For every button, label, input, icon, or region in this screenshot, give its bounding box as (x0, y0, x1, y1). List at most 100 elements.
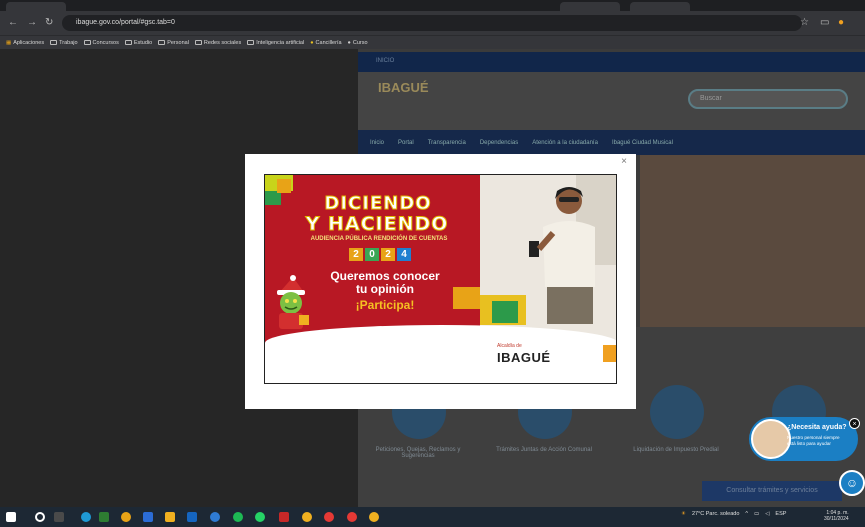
chrome-icon[interactable] (121, 512, 131, 522)
site-nav-item[interactable]: Inicio (370, 140, 384, 146)
bookmark-apps[interactable]: ▦ Aplicaciones (6, 40, 44, 46)
promo-white-wave (265, 325, 616, 383)
folder-icon (247, 40, 255, 45)
chrome-profile-icon[interactable] (347, 512, 357, 522)
modal-close-button[interactable]: × (618, 156, 630, 168)
service-card-label[interactable]: Liquidación de Impuesto Predial (626, 447, 726, 453)
weather-text[interactable]: 27°C Parc. soleado (692, 511, 739, 517)
volume-icon[interactable]: ◁ (765, 511, 769, 517)
sidepanel-icon[interactable]: ▭ (820, 17, 829, 28)
tray-chevron-icon[interactable]: ^ (745, 511, 748, 517)
folder-icon (83, 40, 91, 45)
promo-banner[interactable]: DICIENDO Y HACIENDO AUDIENCIA PÚBLICA RE… (264, 174, 617, 384)
app-icon[interactable] (279, 512, 289, 522)
toy-brick-icon (453, 287, 480, 309)
toy-brick-icon (492, 301, 518, 323)
taskbar: ☀ 27°C Parc. soleado ^ ▭ ◁ ESP 1:04 p. m… (0, 507, 865, 527)
clock-date: 30/11/2024 (824, 516, 849, 522)
bookmark-estudio[interactable]: Estudio (124, 40, 152, 46)
bookmark-star-icon[interactable]: ☆ (800, 17, 809, 28)
chat-body: Nuestro personal siempre está listo para… (787, 435, 840, 446)
folder-icon (158, 40, 166, 45)
promo-subtitle: AUDIENCIA PÚBLICA RENDICIÓN DE CUENTAS (310, 236, 448, 242)
chrome-profile-icon[interactable] (324, 512, 334, 522)
bookmark-cancilleria[interactable]: ● Cancillería (310, 40, 341, 46)
site-nav-item[interactable]: Ibagué Ciudad Musical (612, 140, 673, 146)
task-view-icon[interactable] (54, 512, 64, 522)
folder-icon (124, 40, 132, 45)
reload-icon[interactable]: ↻ (45, 17, 53, 28)
chrome-profile-icon[interactable] (369, 512, 379, 522)
whatsapp-icon[interactable] (255, 512, 265, 522)
browser-tab[interactable] (6, 2, 66, 11)
alcaldia-logo-prefix: Alcaldía de (497, 343, 522, 349)
site-nav: Inicio Portal Transparencia Dependencias… (358, 130, 865, 155)
browser-tab[interactable] (560, 2, 620, 11)
address-toolbar: ← → ↻ ibague.gov.co/portal/#gsc.tab=0 ☆ … (0, 11, 865, 35)
weather-icon: ☀ (681, 511, 686, 517)
toy-brick-icon (265, 191, 281, 205)
store-icon[interactable] (99, 512, 109, 522)
search-icon[interactable] (35, 512, 45, 522)
promo-red-panel: DICIENDO Y HACIENDO AUDIENCIA PÚBLICA RE… (265, 175, 480, 345)
service-card-label[interactable]: Trámites Juntas de Acción Comunal (494, 447, 594, 453)
year-digit: 0 (365, 248, 379, 261)
clock[interactable]: 1:04 p. m. 30/11/2024 (824, 510, 849, 522)
system-tray: ☀ 27°C Parc. soleado ^ ▭ ◁ ESP (681, 511, 786, 517)
site-logo[interactable]: IBAGUÉ (378, 80, 429, 95)
network-icon[interactable]: ▭ (754, 511, 759, 517)
forward-icon[interactable]: → (27, 17, 37, 28)
year-digit: 4 (397, 248, 411, 261)
bookmarks-bar: ▦ Aplicaciones Trabajo Concursos Estudio … (0, 35, 865, 49)
bookmark-curso[interactable]: ● Curso (348, 40, 368, 46)
site-nav-item[interactable]: Transparencia (428, 140, 466, 146)
site-top-bar: INICIO (358, 52, 865, 72)
site-nav-item[interactable]: Atención a la ciudadanía (532, 140, 598, 146)
globe-icon: ● (310, 39, 314, 46)
year-digit: 2 (349, 248, 363, 261)
promo-message: Queremos conocer tu opinión (330, 269, 440, 296)
service-card-label[interactable]: Peticiones, Quejas, Reclamos y Sugerenci… (368, 447, 468, 459)
site-nav-item[interactable]: Dependencias (480, 140, 518, 146)
bookmark-personal[interactable]: Personal (158, 40, 189, 46)
grinch-santa-icon (277, 275, 309, 329)
folder-icon (50, 40, 58, 45)
bookmark-ia[interactable]: Inteligencia artificial (247, 40, 304, 46)
url-field[interactable]: ibague.gov.co/portal/#gsc.tab=0 (62, 15, 802, 31)
bookmark-trabajo[interactable]: Trabajo (50, 40, 78, 46)
alcaldia-logo: IBAGUÉ (497, 350, 551, 365)
site-banner-image (640, 155, 865, 327)
bookmark-concursos[interactable]: Concursos (83, 40, 119, 46)
edge-icon[interactable] (81, 512, 91, 522)
folder-app-icon[interactable] (165, 512, 175, 522)
site-cta-button[interactable]: Consultar trámites y servicios (702, 481, 842, 501)
year-digit: 2 (381, 248, 395, 261)
chat-open-icon[interactable]: ☺ (839, 470, 865, 496)
chrome-profile-icon[interactable] (302, 512, 312, 522)
site-nav-item[interactable]: Portal (398, 140, 414, 146)
word-icon[interactable] (187, 512, 197, 522)
assistant-avatar (751, 419, 791, 459)
app-icon[interactable] (210, 512, 220, 522)
site-top-label[interactable]: INICIO (376, 58, 394, 64)
profile-icon[interactable]: ● (838, 17, 844, 28)
apps-grid-icon: ▦ (6, 39, 12, 46)
promo-cta[interactable]: ¡Participa! (325, 298, 445, 312)
spotify-icon[interactable] (233, 512, 243, 522)
tab-strip (0, 0, 865, 11)
chat-close-button[interactable]: × (849, 418, 860, 429)
site-search-input[interactable]: Buscar (688, 89, 848, 109)
app-icon[interactable] (143, 512, 153, 522)
toy-brick-icon (277, 179, 291, 193)
city-shield-icon (603, 345, 616, 362)
tax-icon[interactable] (650, 385, 704, 439)
back-icon[interactable]: ← (8, 17, 18, 28)
bookmark-redes[interactable]: Redes sociales (194, 40, 241, 46)
windows-start-icon[interactable] (6, 512, 16, 522)
promo-title-line2: Y HACIENDO (305, 213, 449, 235)
course-icon: ● (347, 39, 351, 46)
promo-year: 2 0 2 4 (349, 248, 411, 261)
browser-tab[interactable] (630, 2, 690, 11)
language-indicator[interactable]: ESP (775, 511, 786, 517)
promo-title-line1: DICIENDO (324, 193, 432, 214)
